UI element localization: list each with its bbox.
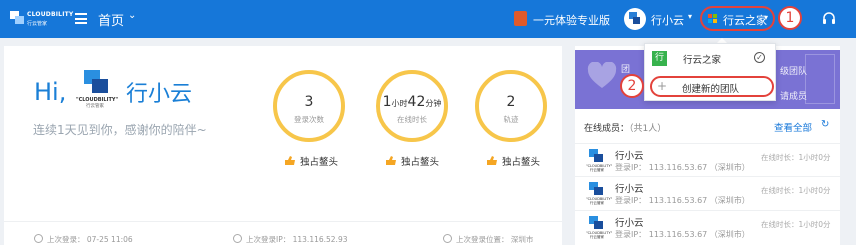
award-badge: 独占鳌头 — [284, 154, 338, 168]
member-ip: 登录IP： 113.116.53.67 （深圳市） — [615, 230, 750, 239]
menu-item-label: 创建新的团队 — [682, 84, 740, 95]
member-online-time: 在线时长：1小时0分 — [761, 186, 831, 195]
step-marker-1: 1 — [778, 6, 802, 30]
user-name[interactable]: 行小云 — [651, 12, 684, 28]
member-name: 行小云 — [615, 184, 644, 195]
headset-icon[interactable] — [822, 12, 836, 25]
menu-item-current-team[interactable]: 行 行云之家 ✓ — [645, 48, 775, 70]
refresh-icon[interactable]: ↻ — [821, 119, 829, 130]
member-online-time: 在线时长：1小时0分 — [761, 220, 831, 229]
stat-online-duration: 1小时42分钟 在线时长 — [376, 70, 448, 142]
last-login-ip: 上次登录IP： 113.116.52.93 — [233, 234, 348, 245]
thumbs-up-icon — [487, 156, 497, 165]
view-all-link[interactable]: 查看全部 — [774, 120, 812, 134]
menu-icon[interactable] — [75, 13, 87, 24]
award-badge: 独占鳌头 — [385, 154, 439, 168]
stat-trail: 2 轨迹 — [475, 70, 547, 142]
member-name: 行小云 — [615, 218, 644, 229]
list-item[interactable]: "CLOUDBILITY" 行云管家 行小云 登录IP： 113.116.53.… — [575, 210, 840, 243]
list-item[interactable]: "CLOUDBILITY" 行云管家 行小云 登录IP： 113.116.53.… — [575, 176, 840, 209]
menu-item-create-team[interactable]: + 创建新的团队 — [650, 76, 774, 97]
stat-label: 登录次数 — [294, 115, 324, 124]
stat-value: 2 — [506, 94, 516, 110]
pro-version-icon[interactable] — [514, 11, 527, 26]
member-ip: 登录IP： 113.116.53.67 （深圳市） — [615, 196, 750, 205]
step-marker-2: 2 — [620, 74, 644, 98]
divider — [4, 221, 562, 222]
last-login-time: 上次登录： 07-25 11:06 — [34, 234, 133, 245]
list-item[interactable]: "CLOUDBILITY" 行云管家 行小云 登录IP： 113.116.53.… — [575, 143, 840, 176]
chevron-down-icon[interactable]: ⌄ — [128, 10, 136, 21]
stat-label: 轨迹 — [503, 115, 519, 124]
member-name: 行小云 — [615, 151, 644, 162]
banner-text: 团 — [621, 65, 631, 75]
online-members-title: 在线成员：（共1人） — [584, 124, 667, 134]
chevron-down-icon[interactable]: ▾ — [688, 12, 692, 21]
menu-item-label: 行云之家 — [683, 55, 722, 66]
user-avatar[interactable] — [624, 8, 646, 30]
banner-text: 请成员 — [780, 92, 808, 102]
user-display-name: 行小云 — [126, 82, 193, 107]
plus-icon: + — [657, 79, 668, 93]
chevron-down-icon: ▾ — [764, 13, 769, 22]
globe-icon — [233, 234, 242, 243]
brand-subtitle: 行云管家 — [27, 21, 48, 27]
team-name: 行云之家 — [723, 14, 767, 27]
team-switcher-button[interactable]: 行云之家 ▾ — [700, 6, 775, 31]
pro-trial-link[interactable]: 一元体验专业版 — [533, 12, 610, 28]
member-online-time: 在线时长：1小时0分 — [761, 153, 831, 162]
heart-icon — [587, 62, 617, 88]
page-title[interactable]: 首页 — [98, 10, 124, 29]
stat-login-count: 3 登录次数 — [273, 70, 345, 142]
user-avatar-large: "CLOUDBILITY" 行云管家 — [76, 68, 118, 110]
team-tag-icon: 行 — [652, 51, 667, 66]
windows-icon — [708, 14, 718, 24]
avatar: "CLOUDBILITY" 行云管家 — [586, 215, 612, 239]
greeting-message: 连续1天见到你，感谢你的陪伴~ — [33, 123, 207, 137]
stat-value: 1小时42分钟 — [382, 94, 442, 110]
banner-text: 级团队 — [780, 67, 808, 77]
brand-logo[interactable]: CLOUDBILITY 行云管家 — [9, 8, 73, 30]
avatar-brand-sub: 行云管家 — [86, 104, 104, 109]
stat-label: 在线时长 — [397, 115, 427, 124]
location-icon — [443, 234, 452, 243]
logo-icon — [10, 11, 24, 24]
thumbs-up-icon — [386, 156, 396, 165]
brand-name: CLOUDBILITY — [27, 11, 74, 18]
welcome-card: Hi, "CLOUDBILITY" 行云管家 行小云 连续1天见到你，感谢你的陪… — [4, 46, 562, 245]
thumbs-up-icon — [285, 156, 295, 165]
member-ip: 登录IP： 113.116.53.67 （深圳市） — [615, 163, 750, 172]
avatar: "CLOUDBILITY" 行云管家 — [586, 148, 612, 172]
stat-value: 3 — [304, 94, 314, 110]
avatar: "CLOUDBILITY" 行云管家 — [586, 181, 612, 205]
check-icon: ✓ — [754, 52, 765, 63]
last-login-location: 上次登录位置： 深圳市 — [443, 234, 533, 245]
top-bar: CLOUDBILITY 行云管家 首页 ⌄ 一元体验专业版 行小云 ▾ 行云之家… — [0, 0, 856, 38]
banner-decoration — [805, 54, 835, 104]
team-dropdown-menu: 行 行云之家 ✓ + 创建新的团队 — [644, 43, 776, 101]
award-badge: 独占鳌头 — [486, 154, 540, 168]
user-icon — [34, 234, 43, 243]
greeting-hi: Hi, — [34, 78, 67, 106]
